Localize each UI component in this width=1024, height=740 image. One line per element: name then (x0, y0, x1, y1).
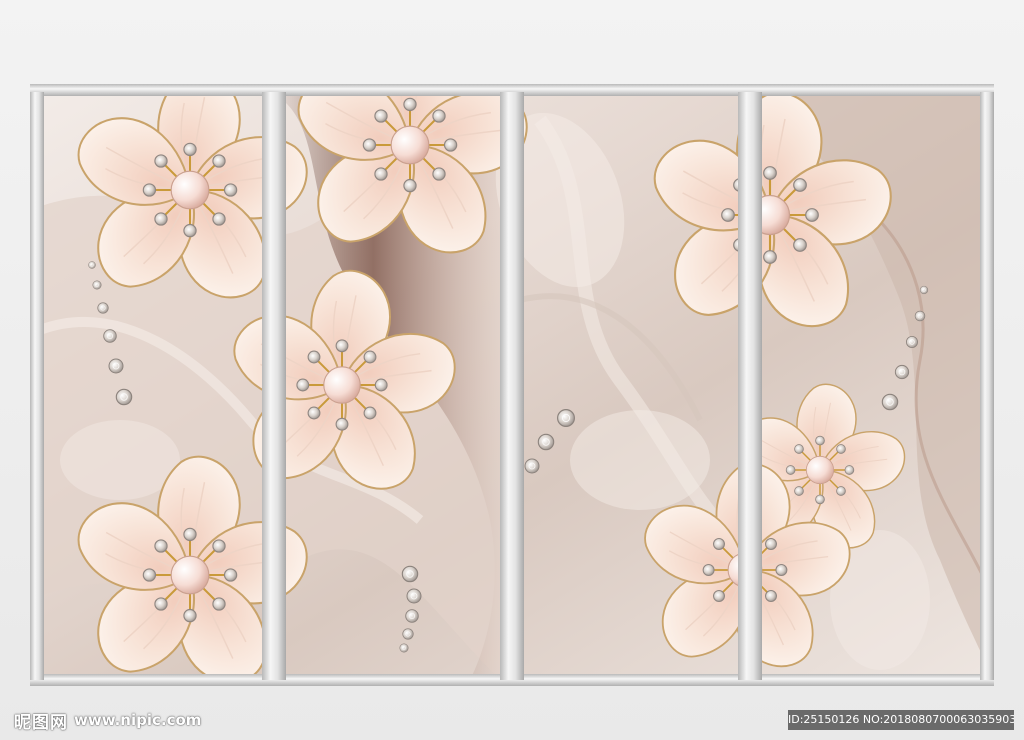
watermark-url: www.nipic.com (74, 711, 202, 729)
frame-post (500, 92, 524, 680)
frame-post (738, 92, 762, 680)
canvas: 昵图网 www.nipic.com ID:25150126 NO:2018080… (0, 0, 1024, 740)
frame-post (262, 92, 286, 680)
watermark-logo-text: 昵图网 (14, 712, 68, 733)
floral-mural-artwork (30, 84, 994, 686)
watermark-logo: 昵图网 www.nipic.com (14, 708, 202, 733)
watermark-id-label: ID:25150126 NO:20180807000630359033 (788, 710, 1014, 730)
frame-post (980, 92, 994, 680)
frame-post (30, 92, 44, 680)
